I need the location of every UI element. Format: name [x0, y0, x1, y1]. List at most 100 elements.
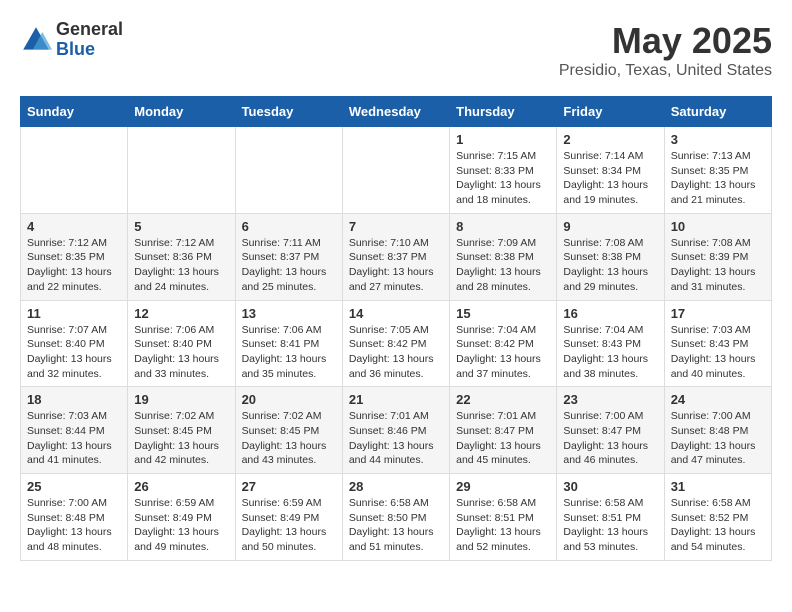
- day-cell: 12Sunrise: 7:06 AMSunset: 8:40 PMDayligh…: [128, 300, 235, 387]
- day-number: 5: [134, 219, 228, 234]
- logo-general: General: [56, 20, 123, 40]
- day-number: 26: [134, 479, 228, 494]
- day-number: 4: [27, 219, 121, 234]
- empty-cell: [21, 127, 128, 214]
- day-info: Sunrise: 7:09 AMSunset: 8:38 PMDaylight:…: [456, 236, 550, 295]
- day-cell: 5Sunrise: 7:12 AMSunset: 8:36 PMDaylight…: [128, 213, 235, 300]
- day-info: Sunrise: 7:15 AMSunset: 8:33 PMDaylight:…: [456, 149, 550, 208]
- day-info: Sunrise: 7:03 AMSunset: 8:43 PMDaylight:…: [671, 323, 765, 382]
- day-cell: 17 Sunrise: 7:03 AMSunset: 8:43 PMDayligh…: [664, 300, 771, 387]
- day-number: 2: [563, 132, 657, 147]
- day-info: Sunrise: 7:11 AMSunset: 8:37 PMDaylight:…: [242, 236, 336, 295]
- day-info: Sunrise: 7:00 AMSunset: 8:47 PMDaylight:…: [563, 409, 657, 468]
- day-info: Sunrise: 7:13 AMSunset: 8:35 PMDaylight:…: [671, 149, 765, 208]
- weekday-header: Thursday: [450, 97, 557, 127]
- day-number: 14: [349, 306, 443, 321]
- day-info: Sunrise: 7:12 AMSunset: 8:35 PMDaylight:…: [27, 236, 121, 295]
- day-info: Sunrise: 7:05 AMSunset: 8:42 PMDaylight:…: [349, 323, 443, 382]
- day-info: Sunrise: 7:07 AMSunset: 8:40 PMDaylight:…: [27, 323, 121, 382]
- day-number: 10: [671, 219, 765, 234]
- day-cell: 29 Sunrise: 6:58 AMSunset: 8:51 PMDayligh…: [450, 474, 557, 561]
- day-number: 8: [456, 219, 550, 234]
- day-info: Sunrise: 7:14 AMSunset: 8:34 PMDaylight:…: [563, 149, 657, 208]
- day-info: Sunrise: 7:06 AMSunset: 8:41 PMDaylight:…: [242, 323, 336, 382]
- weekday-header: Saturday: [664, 97, 771, 127]
- empty-cell: [235, 127, 342, 214]
- day-number: 23: [563, 392, 657, 407]
- day-number: 22: [456, 392, 550, 407]
- day-info: Sunrise: 7:01 AMSunset: 8:47 PMDaylight:…: [456, 409, 550, 468]
- weekday-header: Monday: [128, 97, 235, 127]
- day-info: Sunrise: 6:58 AMSunset: 8:51 PMDaylight:…: [456, 496, 550, 555]
- day-cell: 9 Sunrise: 7:08 AMSunset: 8:38 PMDaylight…: [557, 213, 664, 300]
- day-number: 31: [671, 479, 765, 494]
- day-info: Sunrise: 7:00 AMSunset: 8:48 PMDaylight:…: [27, 496, 121, 555]
- logo-text: General Blue: [56, 20, 123, 60]
- day-cell: 11 Sunrise: 7:07 AMSunset: 8:40 PMDayligh…: [21, 300, 128, 387]
- day-info: Sunrise: 7:04 AMSunset: 8:42 PMDaylight:…: [456, 323, 550, 382]
- day-number: 16: [563, 306, 657, 321]
- day-info: Sunrise: 7:08 AMSunset: 8:39 PMDaylight:…: [671, 236, 765, 295]
- day-cell: 13 Sunrise: 7:06 AMSunset: 8:41 PMDayligh…: [235, 300, 342, 387]
- day-number: 25: [27, 479, 121, 494]
- logo: General Blue: [20, 20, 123, 60]
- day-info: Sunrise: 7:04 AMSunset: 8:43 PMDaylight:…: [563, 323, 657, 382]
- day-cell: 24 Sunrise: 7:00 AMSunset: 8:48 PMDayligh…: [664, 387, 771, 474]
- calendar-subtitle: Presidio, Texas, United States: [559, 62, 772, 80]
- day-number: 19: [134, 392, 228, 407]
- empty-cell: [342, 127, 449, 214]
- logo-blue: Blue: [56, 40, 123, 60]
- day-number: 28: [349, 479, 443, 494]
- day-cell: 20 Sunrise: 7:02 AMSunset: 8:45 PMDayligh…: [235, 387, 342, 474]
- weekday-header: Sunday: [21, 97, 128, 127]
- day-cell: 30 Sunrise: 6:58 AMSunset: 8:51 PMDayligh…: [557, 474, 664, 561]
- calendar-header: General Blue May 2025 Presidio, Texas, U…: [20, 20, 772, 80]
- day-info: Sunrise: 6:59 AMSunset: 8:49 PMDaylight:…: [134, 496, 228, 555]
- day-info: Sunrise: 7:02 AMSunset: 8:45 PMDaylight:…: [134, 409, 228, 468]
- day-number: 1: [456, 132, 550, 147]
- day-info: Sunrise: 7:00 AMSunset: 8:48 PMDaylight:…: [671, 409, 765, 468]
- calendar-title: May 2025: [559, 20, 772, 62]
- day-info: Sunrise: 7:01 AMSunset: 8:46 PMDaylight:…: [349, 409, 443, 468]
- day-number: 27: [242, 479, 336, 494]
- day-number: 9: [563, 219, 657, 234]
- day-number: 13: [242, 306, 336, 321]
- day-number: 24: [671, 392, 765, 407]
- day-cell: 1 Sunrise: 7:15 AMSunset: 8:33 PMDaylight…: [450, 127, 557, 214]
- weekday-header: Tuesday: [235, 97, 342, 127]
- day-cell: 27 Sunrise: 6:59 AMSunset: 8:49 PMDayligh…: [235, 474, 342, 561]
- title-block: May 2025 Presidio, Texas, United States: [559, 20, 772, 80]
- day-cell: 31Sunrise: 6:58 AMSunset: 8:52 PMDayligh…: [664, 474, 771, 561]
- day-info: Sunrise: 7:06 AMSunset: 8:40 PMDaylight:…: [134, 323, 228, 382]
- calendar-table: SundayMondayTuesdayWednesdayThursdayFrid…: [20, 96, 772, 561]
- day-number: 6: [242, 219, 336, 234]
- day-number: 29: [456, 479, 550, 494]
- day-cell: 23 Sunrise: 7:00 AMSunset: 8:47 PMDayligh…: [557, 387, 664, 474]
- day-number: 18: [27, 392, 121, 407]
- day-info: Sunrise: 7:02 AMSunset: 8:45 PMDaylight:…: [242, 409, 336, 468]
- day-cell: 26 Sunrise: 6:59 AMSunset: 8:49 PMDayligh…: [128, 474, 235, 561]
- weekday-header: Friday: [557, 97, 664, 127]
- day-cell: 6 Sunrise: 7:11 AMSunset: 8:37 PMDaylight…: [235, 213, 342, 300]
- day-number: 21: [349, 392, 443, 407]
- day-cell: 25 Sunrise: 7:00 AMSunset: 8:48 PMDayligh…: [21, 474, 128, 561]
- day-info: Sunrise: 7:08 AMSunset: 8:38 PMDaylight:…: [563, 236, 657, 295]
- day-number: 15: [456, 306, 550, 321]
- empty-cell: [128, 127, 235, 214]
- day-cell: 22 Sunrise: 7:01 AMSunset: 8:47 PMDayligh…: [450, 387, 557, 474]
- day-info: Sunrise: 6:58 AMSunset: 8:51 PMDaylight:…: [563, 496, 657, 555]
- day-number: 7: [349, 219, 443, 234]
- day-info: Sunrise: 6:58 AMSunset: 8:50 PMDaylight:…: [349, 496, 443, 555]
- day-number: 17: [671, 306, 765, 321]
- day-cell: 14 Sunrise: 7:05 AMSunset: 8:42 PMDayligh…: [342, 300, 449, 387]
- day-cell: 4 Sunrise: 7:12 AMSunset: 8:35 PMDaylight…: [21, 213, 128, 300]
- day-cell: 16 Sunrise: 7:04 AMSunset: 8:43 PMDayligh…: [557, 300, 664, 387]
- day-cell: 18Sunrise: 7:03 AMSunset: 8:44 PMDayligh…: [21, 387, 128, 474]
- weekday-header: Wednesday: [342, 97, 449, 127]
- day-number: 30: [563, 479, 657, 494]
- day-number: 20: [242, 392, 336, 407]
- day-cell: 21 Sunrise: 7:01 AMSunset: 8:46 PMDayligh…: [342, 387, 449, 474]
- day-info: Sunrise: 7:10 AMSunset: 8:37 PMDaylight:…: [349, 236, 443, 295]
- day-number: 11: [27, 306, 121, 321]
- day-info: Sunrise: 6:59 AMSunset: 8:49 PMDaylight:…: [242, 496, 336, 555]
